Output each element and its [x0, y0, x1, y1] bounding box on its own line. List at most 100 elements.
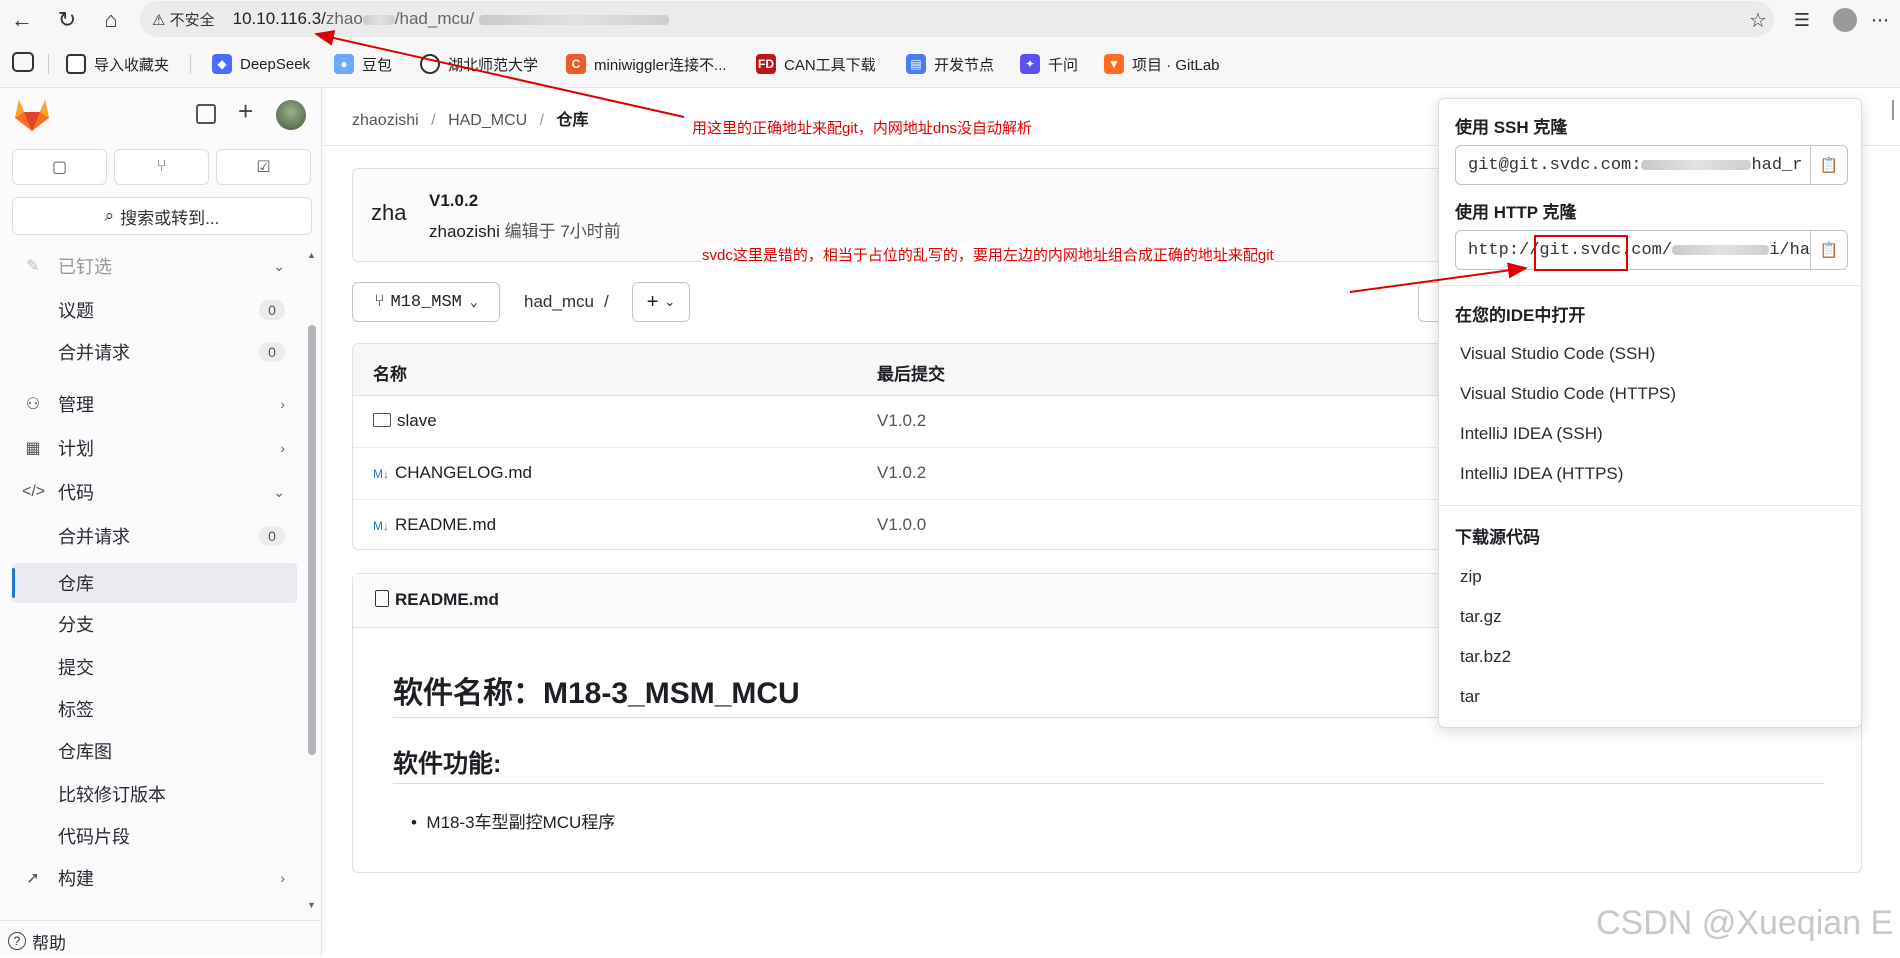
reload-icon[interactable]: ↻ [53, 6, 81, 34]
intellij-ssh-item[interactable]: IntelliJ IDEA (SSH) [1460, 424, 1603, 444]
sidebar-item-merge-requests[interactable]: 合并请求 0 [12, 516, 297, 556]
browser-toolbar: ← ↻ ⌂ ⚠ 不安全 10.10.116.3/zhao/had_mcu/ ☆ … [0, 0, 1900, 40]
vscode-ssh-item[interactable]: Visual Studio Code (SSH) [1460, 344, 1655, 364]
favorites-icon[interactable]: ☰ [1788, 6, 1816, 34]
doubao-icon: ● [334, 54, 354, 74]
bookmark-deepseek[interactable]: ◆ DeepSeek [212, 50, 310, 78]
address-bar[interactable]: ⚠ 不安全 10.10.116.3/zhao/had_mcu/ [140, 1, 1774, 37]
sidebar-item-compare[interactable]: 比较修订版本 [12, 774, 297, 814]
divider [48, 54, 49, 74]
issues-shortcut-icon[interactable]: ▢ [12, 149, 107, 185]
help-button[interactable]: ? 帮助 [8, 924, 293, 958]
help-icon: ? [8, 932, 26, 950]
download-tar-item[interactable]: tar [1460, 687, 1480, 707]
scroll-down-icon[interactable]: ▼ [307, 900, 316, 910]
sidebar-item-snippets[interactable]: 代码片段 [12, 816, 297, 856]
gitlab-logo-icon[interactable] [14, 98, 50, 132]
bookmark-hbnu[interactable]: 湖北师范大学 [420, 50, 538, 78]
user-avatar[interactable] [276, 100, 306, 130]
bookmark-dev-node[interactable]: ▤ 开发节点 [906, 50, 994, 78]
commit-avatar[interactable]: zha [371, 191, 411, 235]
qianwen-icon: ✦ [1020, 54, 1040, 74]
todos-shortcut-icon[interactable]: ☑ [216, 149, 311, 185]
chevron-right-icon: › [280, 396, 285, 412]
sidebar-item-repository[interactable]: 仓库 [12, 563, 297, 603]
file-name[interactable]: M↓ README.md [373, 515, 496, 535]
blurred-text [1672, 245, 1770, 255]
add-to-tree-button[interactable]: + ⌄ [632, 282, 690, 322]
http-clone-url[interactable]: http://git.svdc .com/i/ha [1455, 230, 1811, 270]
scroll-up-icon[interactable]: ▲ [307, 250, 316, 260]
sidebar-item-issues[interactable]: 议题 0 [12, 290, 297, 330]
search-button[interactable]: ⌕ 搜索或转到... [12, 197, 312, 235]
file-icon [375, 590, 389, 607]
download-targz-item[interactable]: tar.gz [1460, 607, 1502, 627]
sidebar-scrollbar[interactable] [308, 325, 316, 755]
file-last-commit[interactable]: V1.0.2 [877, 463, 926, 483]
commit-title[interactable]: V1.0.2 [429, 191, 478, 211]
download-zip-item[interactable]: zip [1460, 567, 1482, 587]
insecure-warning[interactable]: ⚠ 不安全 [152, 9, 215, 30]
breadcrumb: zhaozishi / HAD_MCU / 仓库 [352, 112, 589, 129]
sidebar-item-build[interactable]: ➚ 构建 › [12, 858, 297, 898]
home-icon[interactable]: ⌂ [97, 6, 125, 34]
count-badge: 0 [259, 526, 285, 546]
bookmark-doubao[interactable]: ● 豆包 [334, 50, 392, 78]
open-in-ide-label: 在您的IDE中打开 [1455, 306, 1586, 325]
commit-author[interactable]: zhaozishi [429, 222, 500, 241]
file-name[interactable]: slave [373, 411, 437, 431]
copy-http-url-button[interactable]: 📋 [1810, 230, 1848, 270]
download-tarbz2-item[interactable]: tar.bz2 [1460, 647, 1511, 667]
chevron-down-icon: ⌄ [273, 257, 285, 274]
vscode-https-item[interactable]: Visual Studio Code (HTTPS) [1460, 384, 1676, 404]
page-scrollbar[interactable] [1892, 100, 1900, 120]
more-icon[interactable]: ⋯ [1866, 6, 1894, 34]
collapse-sidebar-icon[interactable] [196, 104, 216, 124]
star-icon[interactable]: ☆ [1744, 6, 1772, 34]
breadcrumb-user[interactable]: zhaozishi [352, 112, 419, 129]
sidebar-item-manage[interactable]: ⚇ 管理 › [12, 384, 297, 424]
copy-ssh-url-button[interactable]: 📋 [1810, 145, 1848, 185]
sidebar-item-code[interactable]: </> 代码 ⌄ [12, 472, 297, 512]
blurred-text [478, 14, 669, 25]
bookmark-can-tools[interactable]: FD CAN工具下载 [756, 50, 876, 78]
sidebar-item-repo-graph[interactable]: 仓库图 [12, 731, 297, 771]
find-file-button[interactable] [1418, 282, 1438, 322]
path-root-link[interactable]: had_mcu [524, 292, 594, 311]
folder-icon [373, 413, 391, 427]
sidebar-item-branches[interactable]: 分支 [12, 604, 297, 644]
intellij-https-item[interactable]: IntelliJ IDEA (HTTPS) [1460, 464, 1623, 484]
file-last-commit[interactable]: V1.0.0 [877, 515, 926, 535]
merge-requests-shortcut-icon[interactable]: ⑂ [114, 149, 209, 185]
sidebar-item-commits[interactable]: 提交 [12, 647, 297, 687]
http-clone-label: 使用 HTTP 克隆 [1455, 203, 1577, 222]
doc-icon: ▤ [906, 54, 926, 74]
sidebar-item-pinned-merge-requests[interactable]: 合并请求 0 [12, 332, 297, 372]
bookmark-import[interactable]: 导入收藏夹 [66, 50, 169, 78]
csdn-watermark: CSDN @Xueqian E [1596, 904, 1894, 942]
new-item-icon[interactable]: + [238, 96, 253, 127]
readme-filename[interactable]: README.md [375, 590, 499, 610]
file-name[interactable]: M↓ CHANGELOG.md [373, 463, 532, 483]
bookmark-gitlab[interactable]: ▼ 项目 · GitLab [1104, 50, 1220, 78]
sidebar-item-plan[interactable]: ▦ 计划 › [12, 428, 297, 468]
pinned-section[interactable]: ✎ 已钉选 ⌄ [12, 246, 297, 286]
tabs-icon[interactable] [12, 52, 34, 72]
chevron-down-icon: ⌄ [664, 294, 676, 309]
blurred-text [1641, 160, 1752, 170]
annotation-note-url: 用这里的正确地址来配git，内网地址dns没自动解析 [692, 120, 1033, 137]
breadcrumb-current[interactable]: 仓库 [557, 112, 589, 129]
profile-icon[interactable] [1833, 8, 1857, 32]
annotation-highlight-box [1534, 235, 1628, 271]
markdown-icon: M↓ [373, 467, 389, 481]
bookmark-miniwiggler[interactable]: Cminiwiggler连接不... [566, 50, 727, 78]
file-last-commit[interactable]: V1.0.2 [877, 411, 926, 431]
clone-dropdown: 使用 SSH 克隆 git@git.svdc.com: had_r 📋 使用 HT… [1438, 98, 1862, 728]
ssh-clone-url[interactable]: git@git.svdc.com: had_r [1455, 145, 1811, 185]
breadcrumb-project[interactable]: HAD_MCU [448, 112, 527, 129]
chevron-down-icon: ⌄ [273, 483, 285, 500]
bookmark-qianwen[interactable]: ✦ 千问 [1020, 50, 1078, 78]
back-icon[interactable]: ← [8, 6, 36, 34]
branch-selector[interactable]: ⑂ M18_MSM ⌄ [352, 282, 500, 322]
sidebar-item-tags[interactable]: 标签 [12, 689, 297, 729]
